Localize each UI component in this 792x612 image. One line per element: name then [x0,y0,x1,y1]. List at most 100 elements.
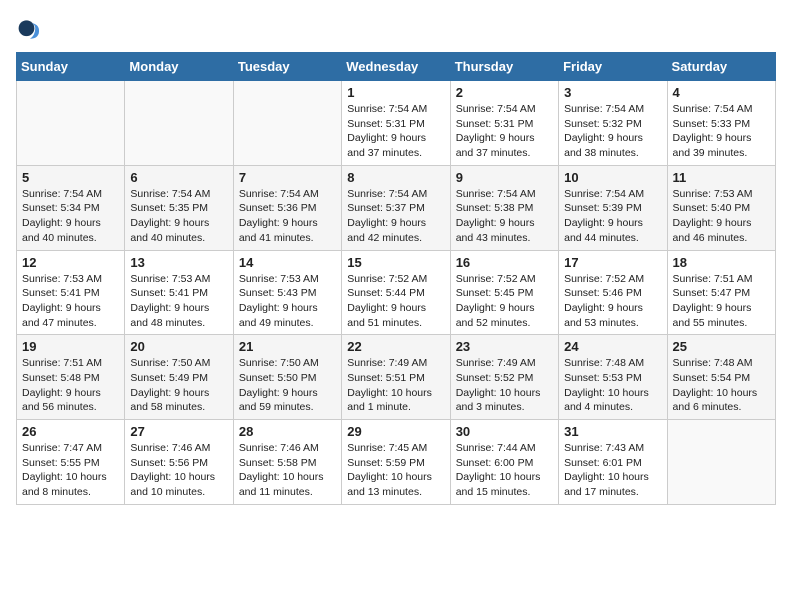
calendar-cell: 7 Sunrise: 7:54 AMSunset: 5:36 PMDaylight… [233,165,341,250]
calendar-cell: 26 Sunrise: 7:47 AMSunset: 5:55 PMDayligh… [17,420,125,505]
day-detail: Sunrise: 7:53 AMSunset: 5:40 PMDaylight:… [673,187,770,246]
day-number: 19 [22,339,119,354]
week-row-4: 19 Sunrise: 7:51 AMSunset: 5:48 PMDayligh… [17,335,776,420]
calendar-cell: 14Sunrise: 7:53 AMSunset: 5:43 PMDayligh… [233,250,341,335]
day-detail: Sunrise: 7:54 AMSunset: 5:35 PMDaylight:… [130,187,227,246]
calendar-cell: 15Sunrise: 7:52 AMSunset: 5:44 PMDayligh… [342,250,450,335]
calendar-cell [233,81,341,166]
day-number: 24 [564,339,661,354]
day-number: 31 [564,424,661,439]
day-number: 22 [347,339,444,354]
day-number: 15 [347,255,444,270]
day-number: 7 [239,170,336,185]
day-number: 13 [130,255,227,270]
day-number: 2 [456,85,553,100]
day-detail: Sunrise: 7:43 AMSunset: 6:01 PMDaylight:… [564,441,661,500]
week-row-3: 12 Sunrise: 7:53 AMSunset: 5:41 PMDayligh… [17,250,776,335]
calendar-header [16,16,776,44]
calendar-cell: 27 Sunrise: 7:46 AMSunset: 5:56 PMDayligh… [125,420,233,505]
calendar-cell: 22 Sunrise: 7:49 AMSunset: 5:51 PMDayligh… [342,335,450,420]
calendar-cell: 5Sunrise: 7:54 AMSunset: 5:34 PMDaylight… [17,165,125,250]
day-number: 1 [347,85,444,100]
day-detail: Sunrise: 7:54 AMSunset: 5:32 PMDaylight:… [564,102,661,161]
day-detail: Sunrise: 7:54 AMSunset: 5:38 PMDaylight:… [456,187,553,246]
day-number: 3 [564,85,661,100]
header-day-tuesday: Tuesday [233,53,341,81]
calendar-cell: 17Sunrise: 7:52 AMSunset: 5:46 PMDayligh… [559,250,667,335]
calendar-cell: 6 Sunrise: 7:54 AMSunset: 5:35 PMDaylight… [125,165,233,250]
week-row-1: 1 Sunrise: 7:54 AMSunset: 5:31 PMDaylight… [17,81,776,166]
calendar-cell [667,420,775,505]
calendar-cell: 30Sunrise: 7:44 AMSunset: 6:00 PMDayligh… [450,420,558,505]
calendar-cell: 16 Sunrise: 7:52 AMSunset: 5:45 PMDayligh… [450,250,558,335]
day-detail: Sunrise: 7:52 AMSunset: 5:45 PMDaylight:… [456,272,553,331]
day-number: 10 [564,170,661,185]
calendar-cell: 9 Sunrise: 7:54 AMSunset: 5:38 PMDaylight… [450,165,558,250]
day-number: 9 [456,170,553,185]
calendar-cell: 25 Sunrise: 7:48 AMSunset: 5:54 PMDayligh… [667,335,775,420]
day-detail: Sunrise: 7:46 AMSunset: 5:56 PMDaylight:… [130,441,227,500]
day-number: 12 [22,255,119,270]
day-detail: Sunrise: 7:46 AMSunset: 5:58 PMDaylight:… [239,441,336,500]
day-detail: Sunrise: 7:54 AMSunset: 5:33 PMDaylight:… [673,102,770,161]
day-number: 30 [456,424,553,439]
header-row: SundayMondayTuesdayWednesdayThursdayFrid… [17,53,776,81]
calendar-cell: 23Sunrise: 7:49 AMSunset: 5:52 PMDayligh… [450,335,558,420]
header-day-monday: Monday [125,53,233,81]
calendar-cell: 10 Sunrise: 7:54 AMSunset: 5:39 PMDayligh… [559,165,667,250]
calendar-cell: 24 Sunrise: 7:48 AMSunset: 5:53 PMDayligh… [559,335,667,420]
calendar-table: SundayMondayTuesdayWednesdayThursdayFrid… [16,52,776,505]
day-detail: Sunrise: 7:54 AMSunset: 5:31 PMDaylight:… [456,102,553,161]
day-detail: Sunrise: 7:54 AMSunset: 5:39 PMDaylight:… [564,187,661,246]
day-number: 27 [130,424,227,439]
day-detail: Sunrise: 7:48 AMSunset: 5:54 PMDaylight:… [673,356,770,415]
day-detail: Sunrise: 7:51 AMSunset: 5:47 PMDaylight:… [673,272,770,331]
calendar-cell: 11 Sunrise: 7:53 AMSunset: 5:40 PMDayligh… [667,165,775,250]
calendar-cell: 21Sunrise: 7:50 AMSunset: 5:50 PMDayligh… [233,335,341,420]
calendar-cell: 18 Sunrise: 7:51 AMSunset: 5:47 PMDayligh… [667,250,775,335]
calendar-cell: 8 Sunrise: 7:54 AMSunset: 5:37 PMDaylight… [342,165,450,250]
calendar-cell: 20Sunrise: 7:50 AMSunset: 5:49 PMDayligh… [125,335,233,420]
day-detail: Sunrise: 7:49 AMSunset: 5:51 PMDaylight:… [347,356,444,415]
day-detail: Sunrise: 7:50 AMSunset: 5:49 PMDaylight:… [130,356,227,415]
header-day-friday: Friday [559,53,667,81]
day-number: 28 [239,424,336,439]
calendar-cell: 12 Sunrise: 7:53 AMSunset: 5:41 PMDayligh… [17,250,125,335]
day-number: 21 [239,339,336,354]
day-number: 16 [456,255,553,270]
calendar-cell: 29Sunrise: 7:45 AMSunset: 5:59 PMDayligh… [342,420,450,505]
header-day-sunday: Sunday [17,53,125,81]
logo [16,16,48,44]
day-detail: Sunrise: 7:47 AMSunset: 5:55 PMDaylight:… [22,441,119,500]
day-number: 23 [456,339,553,354]
day-detail: Sunrise: 7:45 AMSunset: 5:59 PMDaylight:… [347,441,444,500]
day-number: 6 [130,170,227,185]
day-detail: Sunrise: 7:54 AMSunset: 5:36 PMDaylight:… [239,187,336,246]
day-detail: Sunrise: 7:48 AMSunset: 5:53 PMDaylight:… [564,356,661,415]
calendar-cell: 4 Sunrise: 7:54 AMSunset: 5:33 PMDaylight… [667,81,775,166]
calendar-cell: 3 Sunrise: 7:54 AMSunset: 5:32 PMDaylight… [559,81,667,166]
calendar-cell: 13 Sunrise: 7:53 AMSunset: 5:41 PMDayligh… [125,250,233,335]
calendar-cell: 28 Sunrise: 7:46 AMSunset: 5:58 PMDayligh… [233,420,341,505]
day-number: 4 [673,85,770,100]
calendar-cell: 1 Sunrise: 7:54 AMSunset: 5:31 PMDaylight… [342,81,450,166]
day-detail: Sunrise: 7:54 AMSunset: 5:31 PMDaylight:… [347,102,444,161]
day-number: 26 [22,424,119,439]
logo-icon [16,16,44,44]
day-number: 25 [673,339,770,354]
day-detail: Sunrise: 7:53 AMSunset: 5:41 PMDaylight:… [22,272,119,331]
header-day-saturday: Saturday [667,53,775,81]
calendar-cell: 19 Sunrise: 7:51 AMSunset: 5:48 PMDayligh… [17,335,125,420]
calendar-cell: 31 Sunrise: 7:43 AMSunset: 6:01 PMDayligh… [559,420,667,505]
day-number: 8 [347,170,444,185]
calendar-cell [125,81,233,166]
day-number: 11 [673,170,770,185]
day-detail: Sunrise: 7:53 AMSunset: 5:41 PMDaylight:… [130,272,227,331]
day-number: 18 [673,255,770,270]
day-number: 14 [239,255,336,270]
header-day-wednesday: Wednesday [342,53,450,81]
day-detail: Sunrise: 7:54 AMSunset: 5:37 PMDaylight:… [347,187,444,246]
calendar-cell [17,81,125,166]
week-row-2: 5Sunrise: 7:54 AMSunset: 5:34 PMDaylight… [17,165,776,250]
day-detail: Sunrise: 7:51 AMSunset: 5:48 PMDaylight:… [22,356,119,415]
